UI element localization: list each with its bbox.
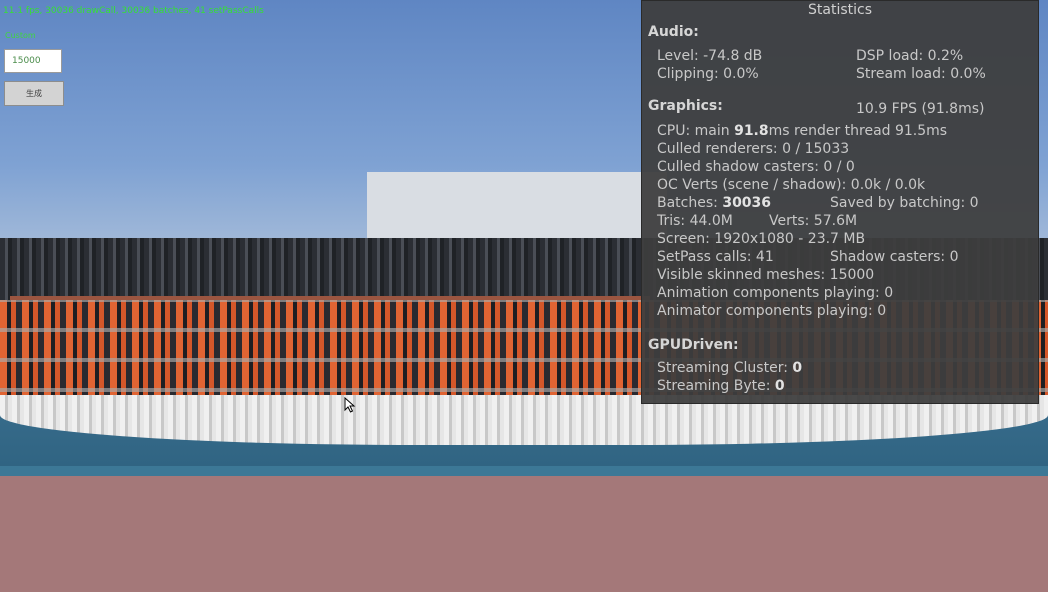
audio-level: Level: -74.8 dB: [657, 48, 763, 64]
culled-shadow-casters: Culled shadow casters: 0 / 0: [657, 159, 855, 175]
tris: Tris: 44.0M: [657, 213, 733, 229]
generate-button[interactable]: 生成: [4, 81, 64, 106]
floor-area: [0, 476, 1048, 592]
shadow-casters: Shadow casters: 0: [830, 249, 959, 265]
streaming-cluster-label: Streaming Cluster:: [657, 360, 788, 376]
ground-edge: [0, 466, 1048, 476]
visible-skinned-meshes: Visible skinned meshes: 15000: [657, 267, 875, 283]
streaming-byte-value: 0: [774, 378, 785, 394]
statistics-panel: Statistics Audio: Level: -74.8 dB DSP lo…: [641, 0, 1039, 404]
culled-renderers: Culled renderers: 0 / 15033: [657, 141, 850, 157]
streaming-cluster-value: 0: [792, 360, 803, 376]
batches-label: Batches:: [657, 195, 718, 211]
oc-verts: OC Verts (scene / shadow): 0.0k / 0.0k: [657, 177, 926, 193]
batches: Batches: 30036: [657, 194, 771, 212]
cpu-main-value: 91.8: [734, 123, 769, 139]
graphics-fps: 10.9 FPS (91.8ms): [856, 101, 985, 117]
audio-stream-load: Stream load: 0.0%: [856, 66, 986, 82]
mouse-cursor-icon: [344, 397, 356, 413]
cpu-suffix: ms render thread 91.5ms: [768, 123, 948, 139]
batches-value: 30036: [722, 195, 772, 211]
fps-readout: 11.1 fps, 30036 drawCall, 30036 batches,…: [3, 6, 264, 16]
audio-header: Audio:: [648, 24, 699, 40]
screen-info: Screen: 1920x1080 - 23.7 MB: [657, 231, 866, 247]
setpass-calls: SetPass calls: 41: [657, 249, 774, 265]
statistics-title: Statistics: [808, 2, 872, 18]
audio-clipping: Clipping: 0.0%: [657, 66, 759, 82]
animation-components: Animation components playing: 0: [657, 285, 894, 301]
streaming-byte: Streaming Byte: 0: [657, 377, 785, 395]
streaming-byte-label: Streaming Byte:: [657, 378, 771, 394]
audio-dsp-load: DSP load: 0.2%: [856, 48, 964, 64]
mode-label: Custom: [5, 31, 36, 40]
cpu-prefix: CPU: main: [657, 123, 730, 139]
streaming-cluster: Streaming Cluster: 0: [657, 359, 802, 377]
gpudriven-header: GPUDriven:: [648, 337, 739, 353]
saved-by-batching: Saved by batching: 0: [830, 195, 979, 211]
graphics-cpu: CPU: main 91.8ms render thread 91.5ms: [657, 122, 947, 140]
graphics-header: Graphics:: [648, 98, 723, 114]
count-input[interactable]: [4, 49, 62, 73]
verts: Verts: 57.6M: [769, 213, 858, 229]
animator-components: Animator components playing: 0: [657, 303, 887, 319]
